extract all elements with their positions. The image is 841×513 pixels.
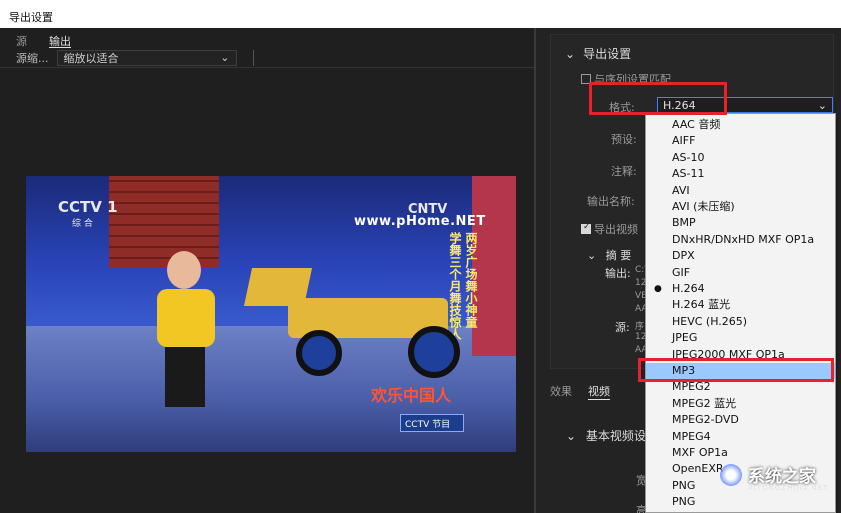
format-option[interactable]: BMP <box>646 215 835 231</box>
format-option-label: MPEG2 <box>672 380 711 394</box>
selected-bullet-icon: ● <box>654 284 662 294</box>
format-option-label: AIFF <box>672 134 696 148</box>
format-option[interactable]: H.264 蓝光 <box>646 297 835 313</box>
chevron-down-icon: ⌄ <box>587 249 597 262</box>
chevron-down-icon: ⌄ <box>817 99 827 112</box>
watermark-subtext: XITONGZHIJIA.NET <box>748 484 829 492</box>
format-option-label: BMP <box>672 216 696 230</box>
chevron-down-icon: ⌄ <box>566 429 577 443</box>
show-title: 欢乐中国人 <box>371 386 452 405</box>
chevron-down-icon: ⌄ <box>220 51 230 64</box>
preview-toolbar: 源缩... 缩放以适合 ⌄ <box>0 48 534 68</box>
format-option[interactable]: MXF OP1a <box>646 445 835 461</box>
source-scale-dropdown[interactable]: 缩放以适合 ⌄ <box>56 49 237 66</box>
section-title: 导出设置 <box>583 47 632 61</box>
format-option[interactable]: HEVC (H.265) <box>646 314 835 330</box>
format-option-label: AS-10 <box>672 150 705 164</box>
format-option-label: PNG <box>672 495 696 509</box>
toolbar-divider <box>252 49 254 66</box>
format-option-label: H.264 蓝光 <box>672 298 731 312</box>
format-option[interactable]: AVI <box>646 183 835 199</box>
format-option-label: PNG <box>672 478 696 492</box>
export-video-label: 导出视频 <box>594 223 638 236</box>
format-option[interactable]: AVI (未压缩) <box>646 199 835 215</box>
format-option-label: H.264 <box>672 282 705 295</box>
format-option-label: MPEG4 <box>672 429 711 443</box>
preview-tabs: 源 输出 <box>0 28 534 48</box>
format-option-label: AVI <box>672 183 690 197</box>
format-option[interactable]: MPEG4 <box>646 429 835 445</box>
format-option-label: MXF OP1a <box>672 446 728 459</box>
format-option[interactable]: AS-11 <box>646 166 835 182</box>
format-option-label: MPEG2-DVD <box>672 413 739 427</box>
child-head <box>167 251 201 289</box>
format-option-selected[interactable]: ● H.264 <box>646 281 835 297</box>
program-badge: CCTV 节目 <box>400 414 464 432</box>
watermark-logo-icon <box>720 463 742 486</box>
annotation-box-mp3 <box>638 358 834 382</box>
format-option-label: AAC 音频 <box>672 118 721 131</box>
site-watermark: 系统之家 XITONGZHIJIA.NET <box>720 462 827 492</box>
format-option-label: AS-11 <box>672 167 705 181</box>
format-option-label: DPX <box>672 249 695 263</box>
channel-logo-text: CCTV 1 <box>58 198 118 216</box>
source-scale-value: 缩放以适合 <box>63 51 119 65</box>
channel-sub-text: 综 合 <box>72 219 93 229</box>
caption-column-1: 两岁广场舞小神童 <box>464 232 478 328</box>
tractor-wheel <box>296 330 342 376</box>
child-figure <box>157 251 219 411</box>
video-preview: CCTV 1 综 合 CNTV www.pHome.NET 两岁广场舞小神童 学… <box>26 176 516 452</box>
format-option-label: DNxHR/DNxHD MXF OP1a <box>672 232 815 246</box>
tab-effects[interactable]: 效果 <box>550 383 572 400</box>
format-option[interactable]: AIFF <box>646 133 835 149</box>
format-option-label: HEVC (H.265) <box>672 314 748 328</box>
annotation-box-format <box>589 82 727 115</box>
format-dropdown-list: AAC 音频 AIFF AS-10 AS-11 AVI AVI (未压缩) BM… <box>645 113 836 513</box>
tractor-wheel <box>408 326 460 378</box>
video-watermark: www.pHome.NET <box>354 214 486 229</box>
channel-logo: CCTV 1 综 合 <box>58 198 118 229</box>
format-option[interactable]: JPEG <box>646 330 835 346</box>
format-option-label: MPEG2 蓝光 <box>672 396 737 410</box>
tab-source[interactable]: 源 <box>16 33 27 48</box>
tab-video[interactable]: 视频 <box>588 383 610 400</box>
export-settings-header[interactable]: ⌄ 导出设置 <box>565 45 631 62</box>
format-option[interactable]: DNxHR/DNxHD MXF OP1a <box>646 232 835 248</box>
checkbox-box <box>581 222 591 234</box>
toy-tractor <box>243 268 463 380</box>
format-option[interactable]: DPX <box>646 248 835 264</box>
child-shirt <box>157 289 215 347</box>
format-option[interactable]: AAC 音频 <box>646 117 835 133</box>
summary-label: 摘 要 <box>605 249 632 262</box>
format-option-label: AVI (未压缩) <box>672 200 735 213</box>
tab-output[interactable]: 输出 <box>49 33 71 48</box>
format-option[interactable]: PNG <box>646 494 835 510</box>
format-option-label: JPEG <box>672 331 698 345</box>
source-scale-label: 源缩... <box>16 51 49 65</box>
child-pants <box>165 347 205 407</box>
format-option[interactable]: GIF <box>646 265 835 281</box>
format-option[interactable]: MPEG2 蓝光 <box>646 396 835 412</box>
format-option[interactable]: AS-10 <box>646 150 835 166</box>
format-option-label: GIF <box>672 265 691 279</box>
format-option-label: OpenEXR <box>672 462 724 476</box>
chevron-down-icon: ⌄ <box>565 46 576 61</box>
window-title: 导出设置 <box>0 0 841 28</box>
settings-tabs: 效果 视频 <box>550 383 610 400</box>
performer-figure <box>472 176 516 356</box>
format-option[interactable]: MPEG2-DVD <box>646 412 835 428</box>
